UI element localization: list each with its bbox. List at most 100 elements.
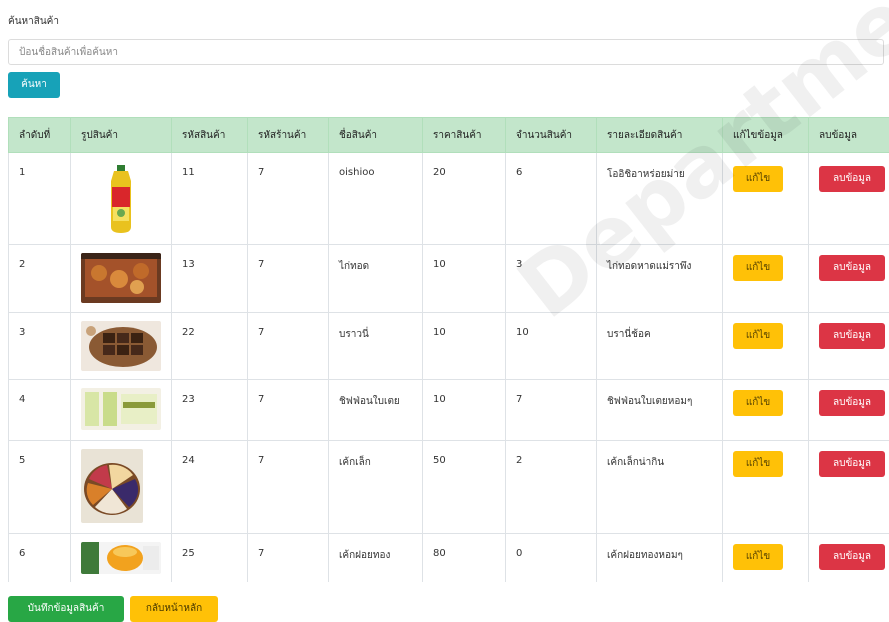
- delete-button[interactable]: ลบข้อมูล: [819, 255, 885, 281]
- table-row: 3 22 7 บราวนี่ 10 10 บรานี่ช้อค: [9, 313, 889, 380]
- header-detail: รายละเอียดสินค้า: [597, 118, 723, 153]
- edit-button[interactable]: แก้ไข: [733, 451, 783, 477]
- cell-product-id: 24: [172, 441, 248, 534]
- fried-chicken-photo: [81, 253, 161, 303]
- table-row: 4 23 7 ชิฟฟ่อนใบเตย 10 7 ชิฟฟ่อนใบเตยหอม…: [9, 380, 889, 441]
- edit-button[interactable]: แก้ไข: [733, 166, 783, 192]
- cell-edit: แก้ไข: [723, 245, 809, 313]
- header-quantity: จำนวนสินค้า: [506, 118, 597, 153]
- header-edit: แก้ไขข้อมูล: [723, 118, 809, 153]
- cell-price: 80: [423, 534, 506, 583]
- cell-name: เค้กฝอยทอง: [329, 534, 423, 583]
- header-shop-id: รหัสร้านค้า: [248, 118, 329, 153]
- cell-delete: ลบข้อมูล: [809, 245, 889, 313]
- cell-shop-id: 7: [248, 380, 329, 441]
- brownie-photo: [81, 321, 161, 371]
- cell-detail: โออิชิอาหร่อยม่าย: [597, 153, 723, 245]
- save-product-button[interactable]: บันทึกข้อมูลสินค้า: [8, 596, 124, 622]
- small-cakes-photo: [81, 449, 143, 523]
- cell-delete: ลบข้อมูล: [809, 313, 889, 380]
- cell-delete: ลบข้อมูล: [809, 441, 889, 534]
- cell-order: 2: [9, 245, 71, 313]
- table-row: 1 11 7 oishioo 20 6 โออิชิอาหร่อยม่าย แก…: [9, 153, 889, 245]
- cell-name: เค้กเล็ก: [329, 441, 423, 534]
- cell-shop-id: 7: [248, 313, 329, 380]
- cell-image: [71, 245, 172, 313]
- cell-image: [71, 153, 172, 245]
- cell-name: ไก่ทอด: [329, 245, 423, 313]
- cell-edit: แก้ไข: [723, 153, 809, 245]
- cell-quantity: 7: [506, 380, 597, 441]
- cell-name: บราวนี่: [329, 313, 423, 380]
- cell-price: 10: [423, 313, 506, 380]
- cell-quantity: 2: [506, 441, 597, 534]
- cell-image: [71, 313, 172, 380]
- cell-shop-id: 7: [248, 153, 329, 245]
- cell-shop-id: 7: [248, 441, 329, 534]
- cell-order: 3: [9, 313, 71, 380]
- cell-image: [71, 441, 172, 534]
- cell-detail: เค้กเล็กน่ากิน: [597, 441, 723, 534]
- cell-detail: ไก่ทอดหาดแม่ราพึง: [597, 245, 723, 313]
- cell-image: [71, 534, 172, 583]
- table-row: 6 25 7 เค้กฝอยทอง 80 0 เค้กฝอยทองหอมๆ แก…: [9, 534, 889, 583]
- cell-order: 5: [9, 441, 71, 534]
- cell-name: ชิฟฟ่อนใบเตย: [329, 380, 423, 441]
- cell-quantity: 6: [506, 153, 597, 245]
- cell-detail: บรานี่ช้อค: [597, 313, 723, 380]
- cell-quantity: 3: [506, 245, 597, 313]
- cell-edit: แก้ไข: [723, 313, 809, 380]
- cell-shop-id: 7: [248, 534, 329, 583]
- cell-quantity: 10: [506, 313, 597, 380]
- delete-button[interactable]: ลบข้อมูล: [819, 323, 885, 349]
- cell-order: 1: [9, 153, 71, 245]
- table-row: 2 13 7 ไก่ทอด 10 3 ไก่ทอดหาดแม่ราพึง แก้…: [9, 245, 889, 313]
- cell-quantity: 0: [506, 534, 597, 583]
- cell-product-id: 22: [172, 313, 248, 380]
- cell-product-id: 25: [172, 534, 248, 583]
- delete-button[interactable]: ลบข้อมูล: [819, 451, 885, 477]
- cell-price: 50: [423, 441, 506, 534]
- edit-button[interactable]: แก้ไข: [733, 544, 783, 570]
- table-header-row: ลำดับที่ รูปสินค้า รหัสสินค้า รหัสร้านค้…: [9, 118, 889, 153]
- cell-detail: ชิฟฟ่อนใบเตยหอมๆ: [597, 380, 723, 441]
- cell-order: 6: [9, 534, 71, 583]
- header-image: รูปสินค้า: [71, 118, 172, 153]
- product-table-container: ลำดับที่ รูปสินค้า รหัสสินค้า รหัสร้านค้…: [8, 117, 889, 582]
- cell-order: 4: [9, 380, 71, 441]
- edit-button[interactable]: แก้ไข: [733, 323, 783, 349]
- cell-image: [71, 380, 172, 441]
- back-home-button[interactable]: กลับหน้าหลัก: [130, 596, 218, 622]
- search-button[interactable]: ค้นหา: [8, 72, 60, 98]
- cell-price: 10: [423, 380, 506, 441]
- header-name: ชื่อสินค้า: [329, 118, 423, 153]
- cell-product-id: 13: [172, 245, 248, 313]
- header-order: ลำดับที่: [9, 118, 71, 153]
- foi-thong-cake-photo: [81, 542, 161, 574]
- cell-shop-id: 7: [248, 245, 329, 313]
- cell-edit: แก้ไข: [723, 441, 809, 534]
- cell-detail: เค้กฝอยทองหอมๆ: [597, 534, 723, 583]
- product-table: ลำดับที่ รูปสินค้า รหัสสินค้า รหัสร้านค้…: [8, 117, 889, 582]
- delete-button[interactable]: ลบข้อมูล: [819, 390, 885, 416]
- search-input[interactable]: [8, 39, 884, 65]
- delete-button[interactable]: ลบข้อมูล: [819, 544, 885, 570]
- header-delete: ลบข้อมูล: [809, 118, 889, 153]
- cell-edit: แก้ไข: [723, 534, 809, 583]
- bottle-drink-photo: [81, 163, 161, 235]
- cell-name: oishioo: [329, 153, 423, 245]
- edit-button[interactable]: แก้ไข: [733, 255, 783, 281]
- table-row: 5 24 7 เค้กเล็ก 50 2 เค้กเล็กน่ากิน แก้ไ…: [9, 441, 889, 534]
- cell-delete: ลบข้อมูล: [809, 153, 889, 245]
- cell-delete: ลบข้อมูล: [809, 534, 889, 583]
- cell-price: 10: [423, 245, 506, 313]
- header-price: ราคาสินค้า: [423, 118, 506, 153]
- delete-button[interactable]: ลบข้อมูล: [819, 166, 885, 192]
- edit-button[interactable]: แก้ไข: [733, 390, 783, 416]
- cell-edit: แก้ไข: [723, 380, 809, 441]
- cell-product-id: 11: [172, 153, 248, 245]
- cell-price: 20: [423, 153, 506, 245]
- header-product-id: รหัสสินค้า: [172, 118, 248, 153]
- cell-product-id: 23: [172, 380, 248, 441]
- cell-delete: ลบข้อมูล: [809, 380, 889, 441]
